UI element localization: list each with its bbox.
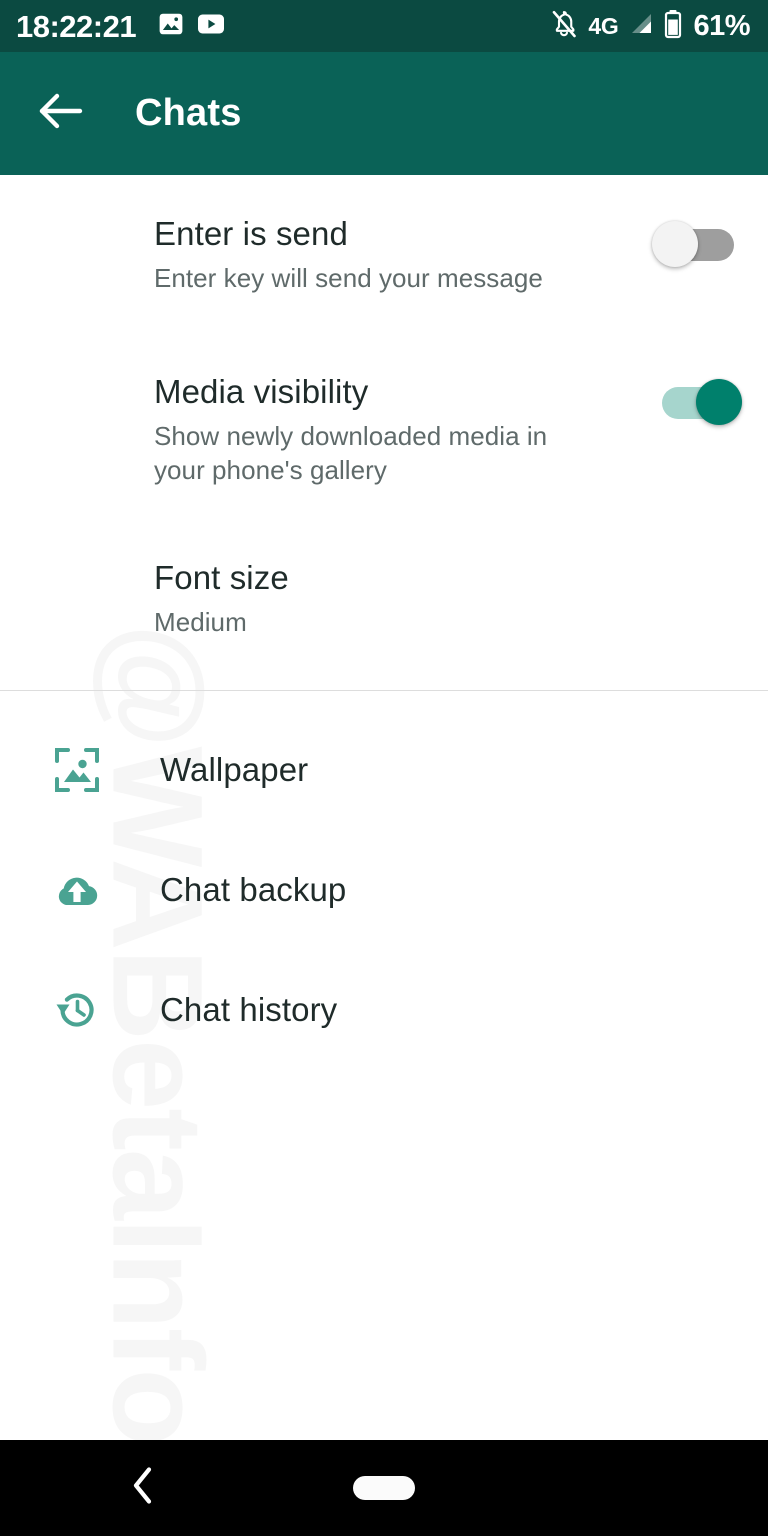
setting-value-font-size: Medium — [154, 606, 247, 637]
toggle-enter-is-send[interactable] — [652, 221, 742, 267]
settings-list: @WABetaInfo Enter is send Enter key will… — [0, 175, 768, 1440]
setting-row-chat-backup[interactable]: Chat backup — [0, 840, 768, 940]
setting-row-font-size[interactable]: Font size Medium — [0, 559, 768, 639]
page-title: Chats — [135, 92, 242, 134]
phone-screen: 18:22:21 4G 61% Chats Enter is send Ente… — [0, 0, 768, 1536]
setting-title-media-visibility: Media visibility — [154, 373, 369, 410]
setting-subtitle-media-visibility: Show newly downloaded media in your phon… — [154, 420, 548, 486]
cloud-upload-icon — [48, 861, 106, 919]
setting-row-media-visibility[interactable]: Media visibility Show newly downloaded m… — [0, 373, 768, 488]
setting-title-enter-is-send: Enter is send — [154, 215, 348, 252]
setting-label-wallpaper: Wallpaper — [160, 751, 309, 788]
back-button[interactable] — [30, 83, 92, 145]
setting-row-enter-is-send[interactable]: Enter is send Enter key will send your m… — [0, 215, 768, 295]
setting-label-chat-backup: Chat backup — [160, 871, 347, 908]
section-divider — [0, 690, 768, 691]
setting-title-font-size: Font size — [154, 559, 289, 596]
app-bar: Chats — [0, 52, 768, 175]
system-navigation-bar — [0, 1440, 768, 1536]
bell-muted-icon — [549, 9, 579, 44]
setting-subtitle-enter-is-send: Enter key will send your message — [154, 262, 543, 293]
wallpaper-icon — [48, 741, 106, 799]
chevron-left-icon[interactable] — [130, 1465, 156, 1512]
battery-icon — [664, 9, 682, 44]
toggle-media-visibility[interactable] — [652, 379, 742, 425]
history-clock-icon — [48, 981, 106, 1039]
setting-row-wallpaper[interactable]: Wallpaper — [0, 720, 768, 820]
photo-icon — [158, 11, 184, 42]
row-text-block: Media visibility Show newly downloaded m… — [154, 373, 652, 488]
youtube-icon — [197, 13, 225, 40]
network-type-label: 4G — [588, 12, 619, 39]
row-text-block: Font size Medium — [154, 559, 742, 639]
row-text-block: Enter is send Enter key will send your m… — [154, 215, 652, 295]
status-system-icons: 4G 61% — [549, 9, 750, 44]
home-pill[interactable] — [353, 1476, 415, 1500]
arrow-left-icon — [37, 89, 85, 138]
status-clock: 18:22:21 — [16, 8, 137, 44]
signal-bars-icon — [627, 11, 655, 42]
status-notification-icons — [158, 11, 225, 42]
toggle-knob — [652, 221, 698, 267]
battery-percent-label: 61% — [693, 9, 750, 42]
setting-row-chat-history[interactable]: Chat history — [0, 960, 768, 1060]
setting-label-chat-history: Chat history — [160, 991, 338, 1028]
toggle-knob — [696, 379, 742, 425]
status-bar: 18:22:21 4G 61% — [0, 0, 768, 52]
